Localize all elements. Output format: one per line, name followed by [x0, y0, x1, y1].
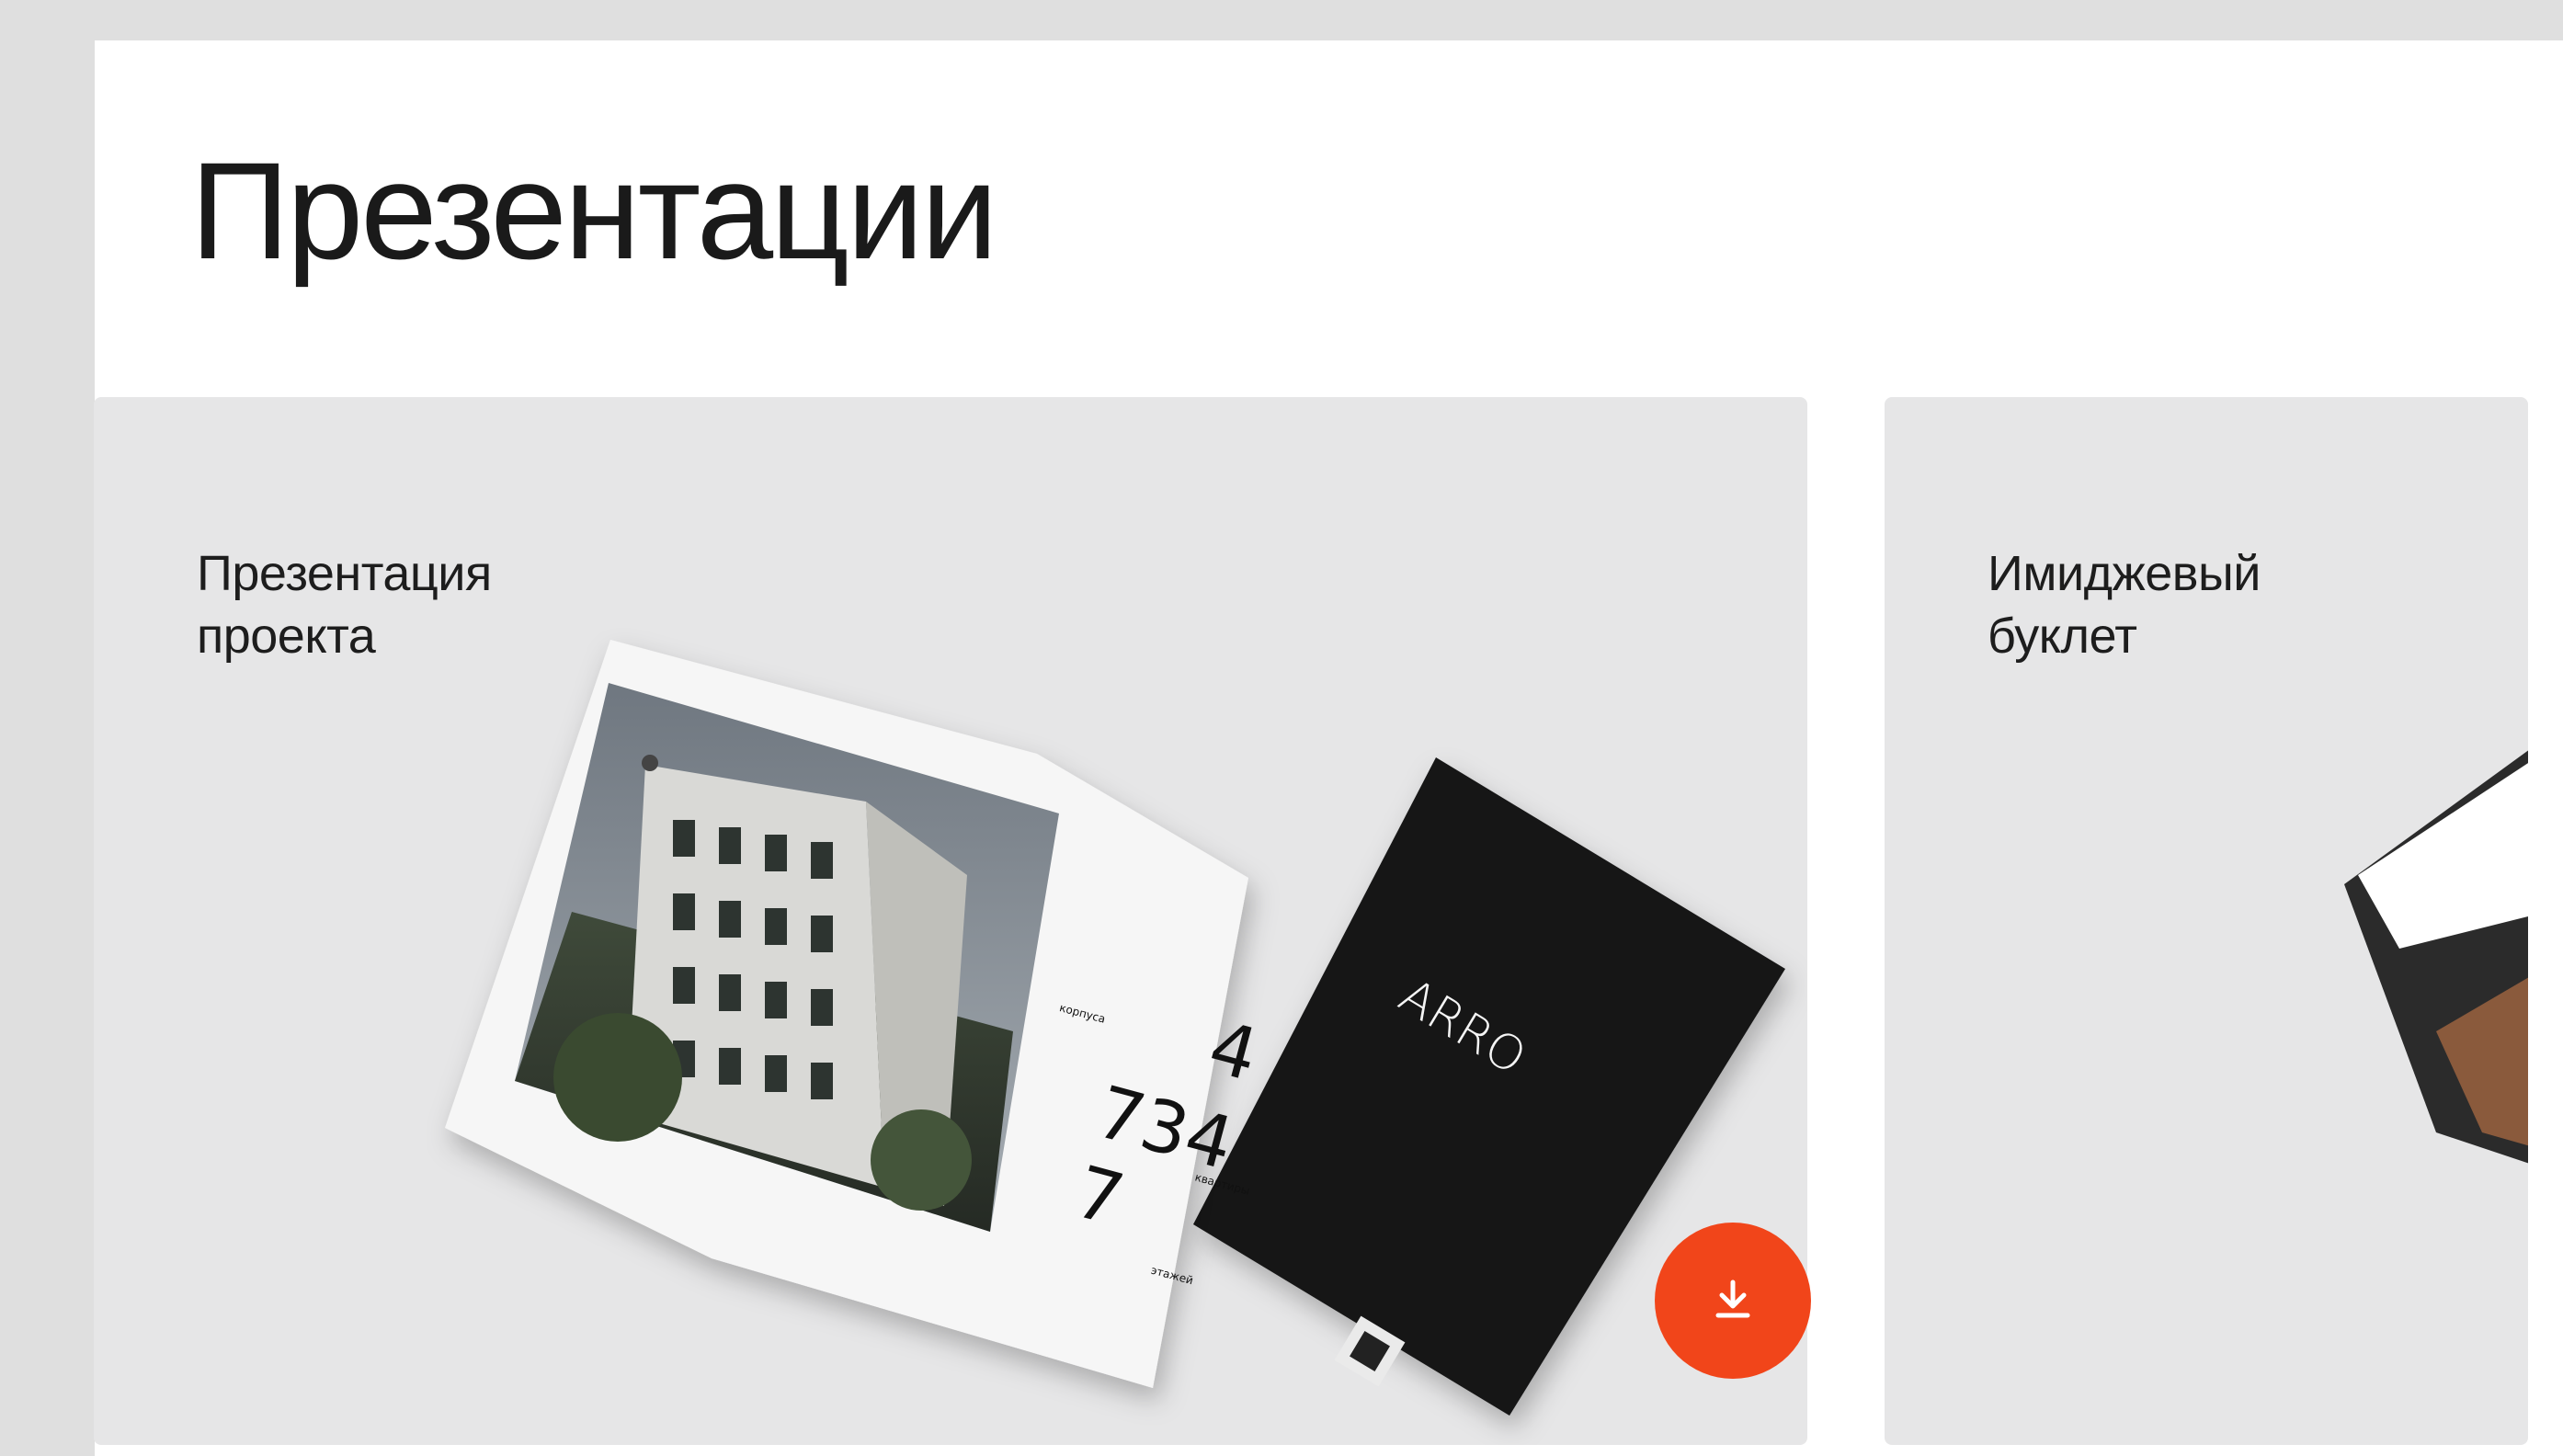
download-icon — [1715, 1280, 1750, 1318]
card-title-project: Презентация проекта — [197, 542, 492, 667]
card-title-line: проекта — [197, 609, 376, 664]
page-title: Презентации — [190, 133, 998, 288]
card-title-line: буклет — [1988, 609, 2137, 664]
card-title-line: Презентация — [197, 546, 492, 601]
presentation-card-project[interactable]: ARRO 4 734 7 корпуса квартиры этажей Пре… — [94, 397, 1807, 1445]
presentation-card-booklet[interactable]: Имиджевый буклет — [1885, 397, 2528, 1445]
download-button[interactable] — [1655, 1223, 1811, 1379]
card-title-line: Имиджевый — [1988, 546, 2261, 601]
card-title-booklet: Имиджевый буклет — [1988, 542, 2261, 667]
